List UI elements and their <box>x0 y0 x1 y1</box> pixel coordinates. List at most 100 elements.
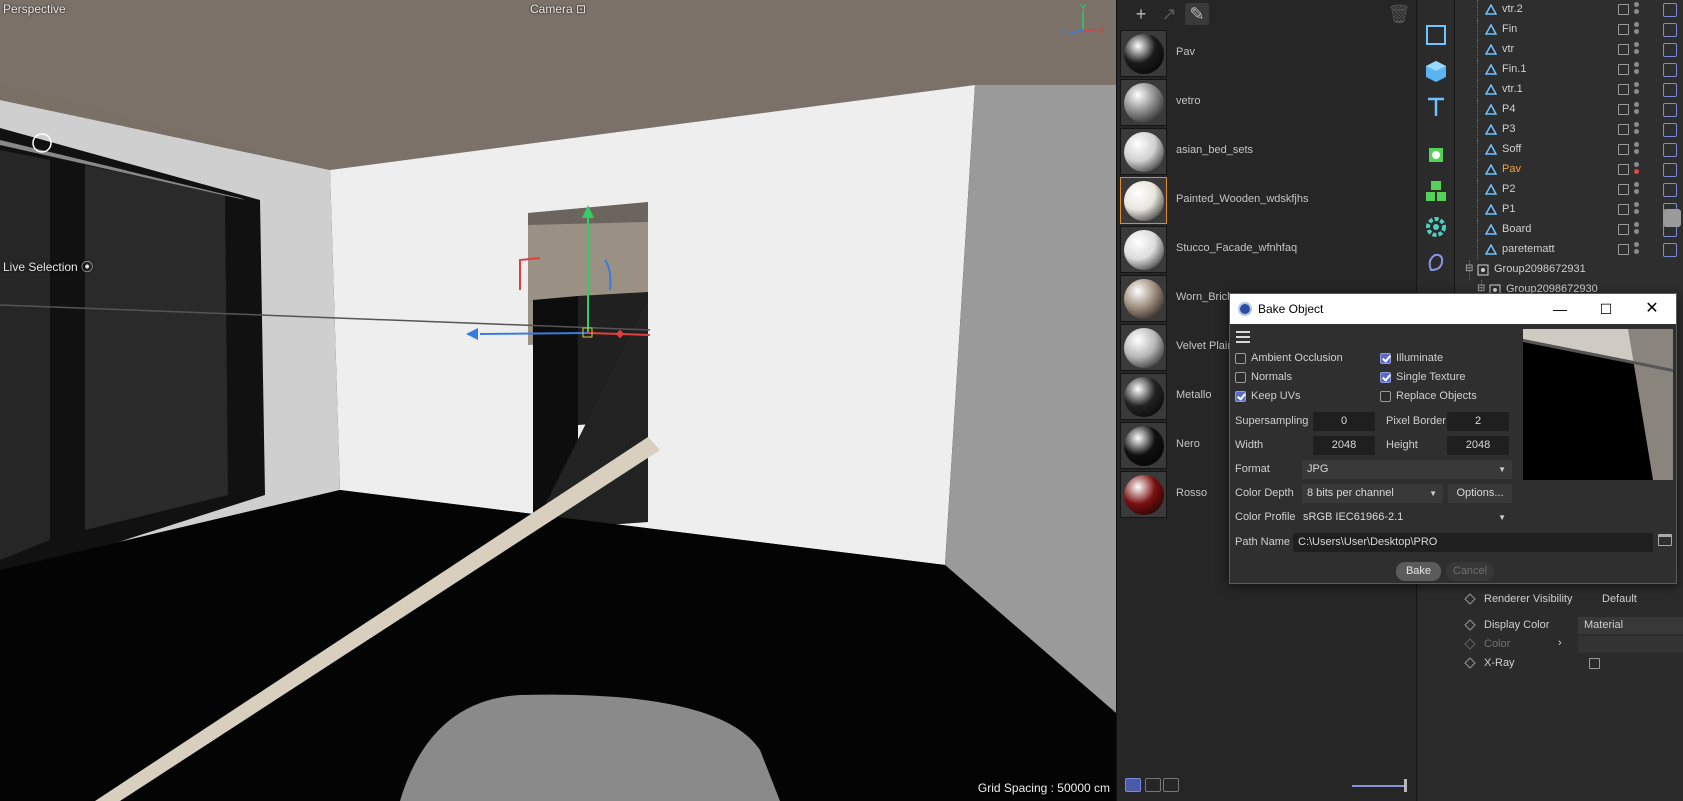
settings-dot-icon[interactable]: ⦿ <box>81 260 93 274</box>
replace-objects-checkbox[interactable] <box>1380 391 1391 402</box>
enable-checkbox[interactable] <box>1618 84 1629 95</box>
color-profile-select[interactable]: sRGB IEC61966-2.1 ▼ <box>1298 508 1512 527</box>
normals-checkbox[interactable] <box>1235 372 1246 383</box>
texture-tag-icon[interactable] <box>1663 143 1677 157</box>
object-row[interactable]: Fin <box>1455 20 1683 40</box>
visibility-dots-icon[interactable] <box>1634 242 1640 258</box>
large-view-icon[interactable] <box>1163 778 1179 792</box>
camera-menu[interactable]: Camera ⊡ <box>530 2 586 16</box>
folder-icon[interactable] <box>1658 534 1672 546</box>
material-name[interactable]: Pav <box>1176 46 1195 58</box>
xray-row[interactable]: X-Ray <box>1464 655 1681 675</box>
material-preview[interactable] <box>1120 177 1167 224</box>
material-preview[interactable] <box>1120 30 1167 77</box>
enable-checkbox[interactable] <box>1618 44 1629 55</box>
material-preview[interactable] <box>1120 422 1167 469</box>
texture-tag-icon[interactable] <box>1663 163 1677 177</box>
display-color-row[interactable]: Display Color Material <box>1464 617 1683 637</box>
generator-icon[interactable] <box>1423 142 1449 168</box>
texture-tag-icon[interactable] <box>1663 123 1677 137</box>
object-name[interactable]: P2 <box>1502 183 1515 195</box>
enable-checkbox[interactable] <box>1618 24 1629 35</box>
deformer-icon[interactable] <box>1423 214 1449 240</box>
object-row[interactable]: vtr <box>1455 40 1683 60</box>
material-item[interactable]: Painted_Wooden_wdskfjhs <box>1120 177 1410 226</box>
visibility-dots-icon[interactable] <box>1634 2 1640 18</box>
object-row[interactable]: Pav <box>1455 160 1683 180</box>
apply-material-icon[interactable]: ↗ <box>1157 3 1181 25</box>
supersampling-input[interactable]: 0 <box>1313 412 1375 431</box>
preview-size-slider[interactable] <box>1352 785 1406 787</box>
object-name[interactable]: P1 <box>1502 203 1515 215</box>
enable-checkbox[interactable] <box>1618 64 1629 75</box>
texture-tag-icon[interactable] <box>1663 103 1677 117</box>
enable-checkbox[interactable] <box>1618 4 1629 15</box>
visibility-dots-icon[interactable] <box>1634 182 1640 198</box>
illuminate-checkbox[interactable] <box>1380 353 1391 364</box>
visibility-dots-icon[interactable] <box>1634 82 1640 98</box>
texture-tag-icon[interactable] <box>1663 243 1677 257</box>
dialog-titlebar[interactable]: Bake Object — ☐ ✕ <box>1230 294 1676 324</box>
object-row[interactable]: Board <box>1455 220 1683 240</box>
keyframe-diamond-icon[interactable] <box>1464 619 1476 631</box>
object-name[interactable]: vtr.1 <box>1502 83 1523 95</box>
object-name[interactable]: Fin <box>1502 23 1517 35</box>
field-icon[interactable] <box>1423 250 1449 276</box>
keyframe-diamond-icon[interactable] <box>1464 593 1476 605</box>
viewport[interactable]: Y X Z Perspective Camera ⊡ Live Selectio… <box>0 0 1116 801</box>
path-name-input[interactable]: C:\Users\User\Desktop\PRO <box>1293 533 1653 552</box>
visibility-dots-icon[interactable] <box>1634 22 1640 38</box>
object-row[interactable]: vtr.1 <box>1455 80 1683 100</box>
slider-handle[interactable] <box>1404 779 1407 792</box>
visibility-dots-icon[interactable] <box>1634 162 1640 178</box>
texture-tag-icon[interactable] <box>1663 43 1677 57</box>
visibility-dots-icon[interactable] <box>1634 42 1640 58</box>
material-item[interactable]: asian_bed_sets <box>1120 128 1410 177</box>
visibility-dots-icon[interactable] <box>1634 202 1640 218</box>
material-preview[interactable] <box>1120 275 1167 322</box>
eyedropper-icon[interactable]: ✎ <box>1185 3 1209 25</box>
mograph-icon[interactable] <box>1423 178 1449 204</box>
object-name[interactable]: paretematt <box>1502 243 1555 255</box>
close-icon[interactable]: ✕ <box>1629 294 1675 324</box>
ambient-occlusion-checkbox[interactable] <box>1235 353 1246 364</box>
visibility-dots-icon[interactable] <box>1634 102 1640 118</box>
maximize-icon[interactable]: ☐ <box>1583 294 1629 324</box>
keyframe-diamond-icon[interactable] <box>1464 657 1476 669</box>
visibility-dots-icon[interactable] <box>1634 122 1640 138</box>
view-name-label[interactable]: Perspective <box>3 2 66 16</box>
material-item[interactable]: Stucco_Facade_wfnhfaq <box>1120 226 1410 275</box>
grid-view-icon[interactable] <box>1145 778 1161 792</box>
material-name[interactable]: asian_bed_sets <box>1176 144 1253 156</box>
texture-tag-icon[interactable] <box>1663 63 1677 77</box>
enable-checkbox[interactable] <box>1618 124 1629 135</box>
texture-tag-icon[interactable] <box>1663 3 1677 17</box>
options-button[interactable]: Options... <box>1448 484 1512 503</box>
material-item[interactable]: vetro <box>1120 79 1410 128</box>
visibility-dots-icon[interactable] <box>1634 62 1640 78</box>
format-select[interactable]: JPG ▼ <box>1302 460 1512 479</box>
material-name[interactable]: Painted_Wooden_wdskfjhs <box>1176 193 1309 205</box>
material-name[interactable]: vetro <box>1176 95 1200 107</box>
minimize-icon[interactable]: — <box>1537 294 1583 324</box>
enable-checkbox[interactable] <box>1618 164 1629 175</box>
material-preview[interactable] <box>1120 471 1167 518</box>
material-name[interactable]: Velvet Plain <box>1176 340 1233 352</box>
object-row[interactable]: vtr.2 <box>1455 0 1683 20</box>
object-name[interactable]: vtr <box>1502 43 1514 55</box>
enable-checkbox[interactable] <box>1618 144 1629 155</box>
object-row[interactable]: P4 <box>1455 100 1683 120</box>
object-row[interactable]: P1 <box>1455 200 1683 220</box>
material-name[interactable]: Nero <box>1176 438 1200 450</box>
material-preview[interactable] <box>1120 373 1167 420</box>
visibility-dots-icon[interactable] <box>1634 142 1640 158</box>
material-name[interactable]: Metallo <box>1176 389 1211 401</box>
object-row[interactable]: Group2098672931 ⊟ <box>1455 260 1683 280</box>
keep-uvs-checkbox[interactable] <box>1235 391 1246 402</box>
enable-checkbox[interactable] <box>1618 204 1629 215</box>
object-row[interactable]: P2 <box>1455 180 1683 200</box>
cube-icon[interactable] <box>1423 58 1449 84</box>
object-name[interactable]: Group2098672931 <box>1494 263 1586 275</box>
delete-icon[interactable]: 🗑 <box>1387 3 1411 25</box>
cancel-button[interactable]: Cancel <box>1446 562 1494 581</box>
